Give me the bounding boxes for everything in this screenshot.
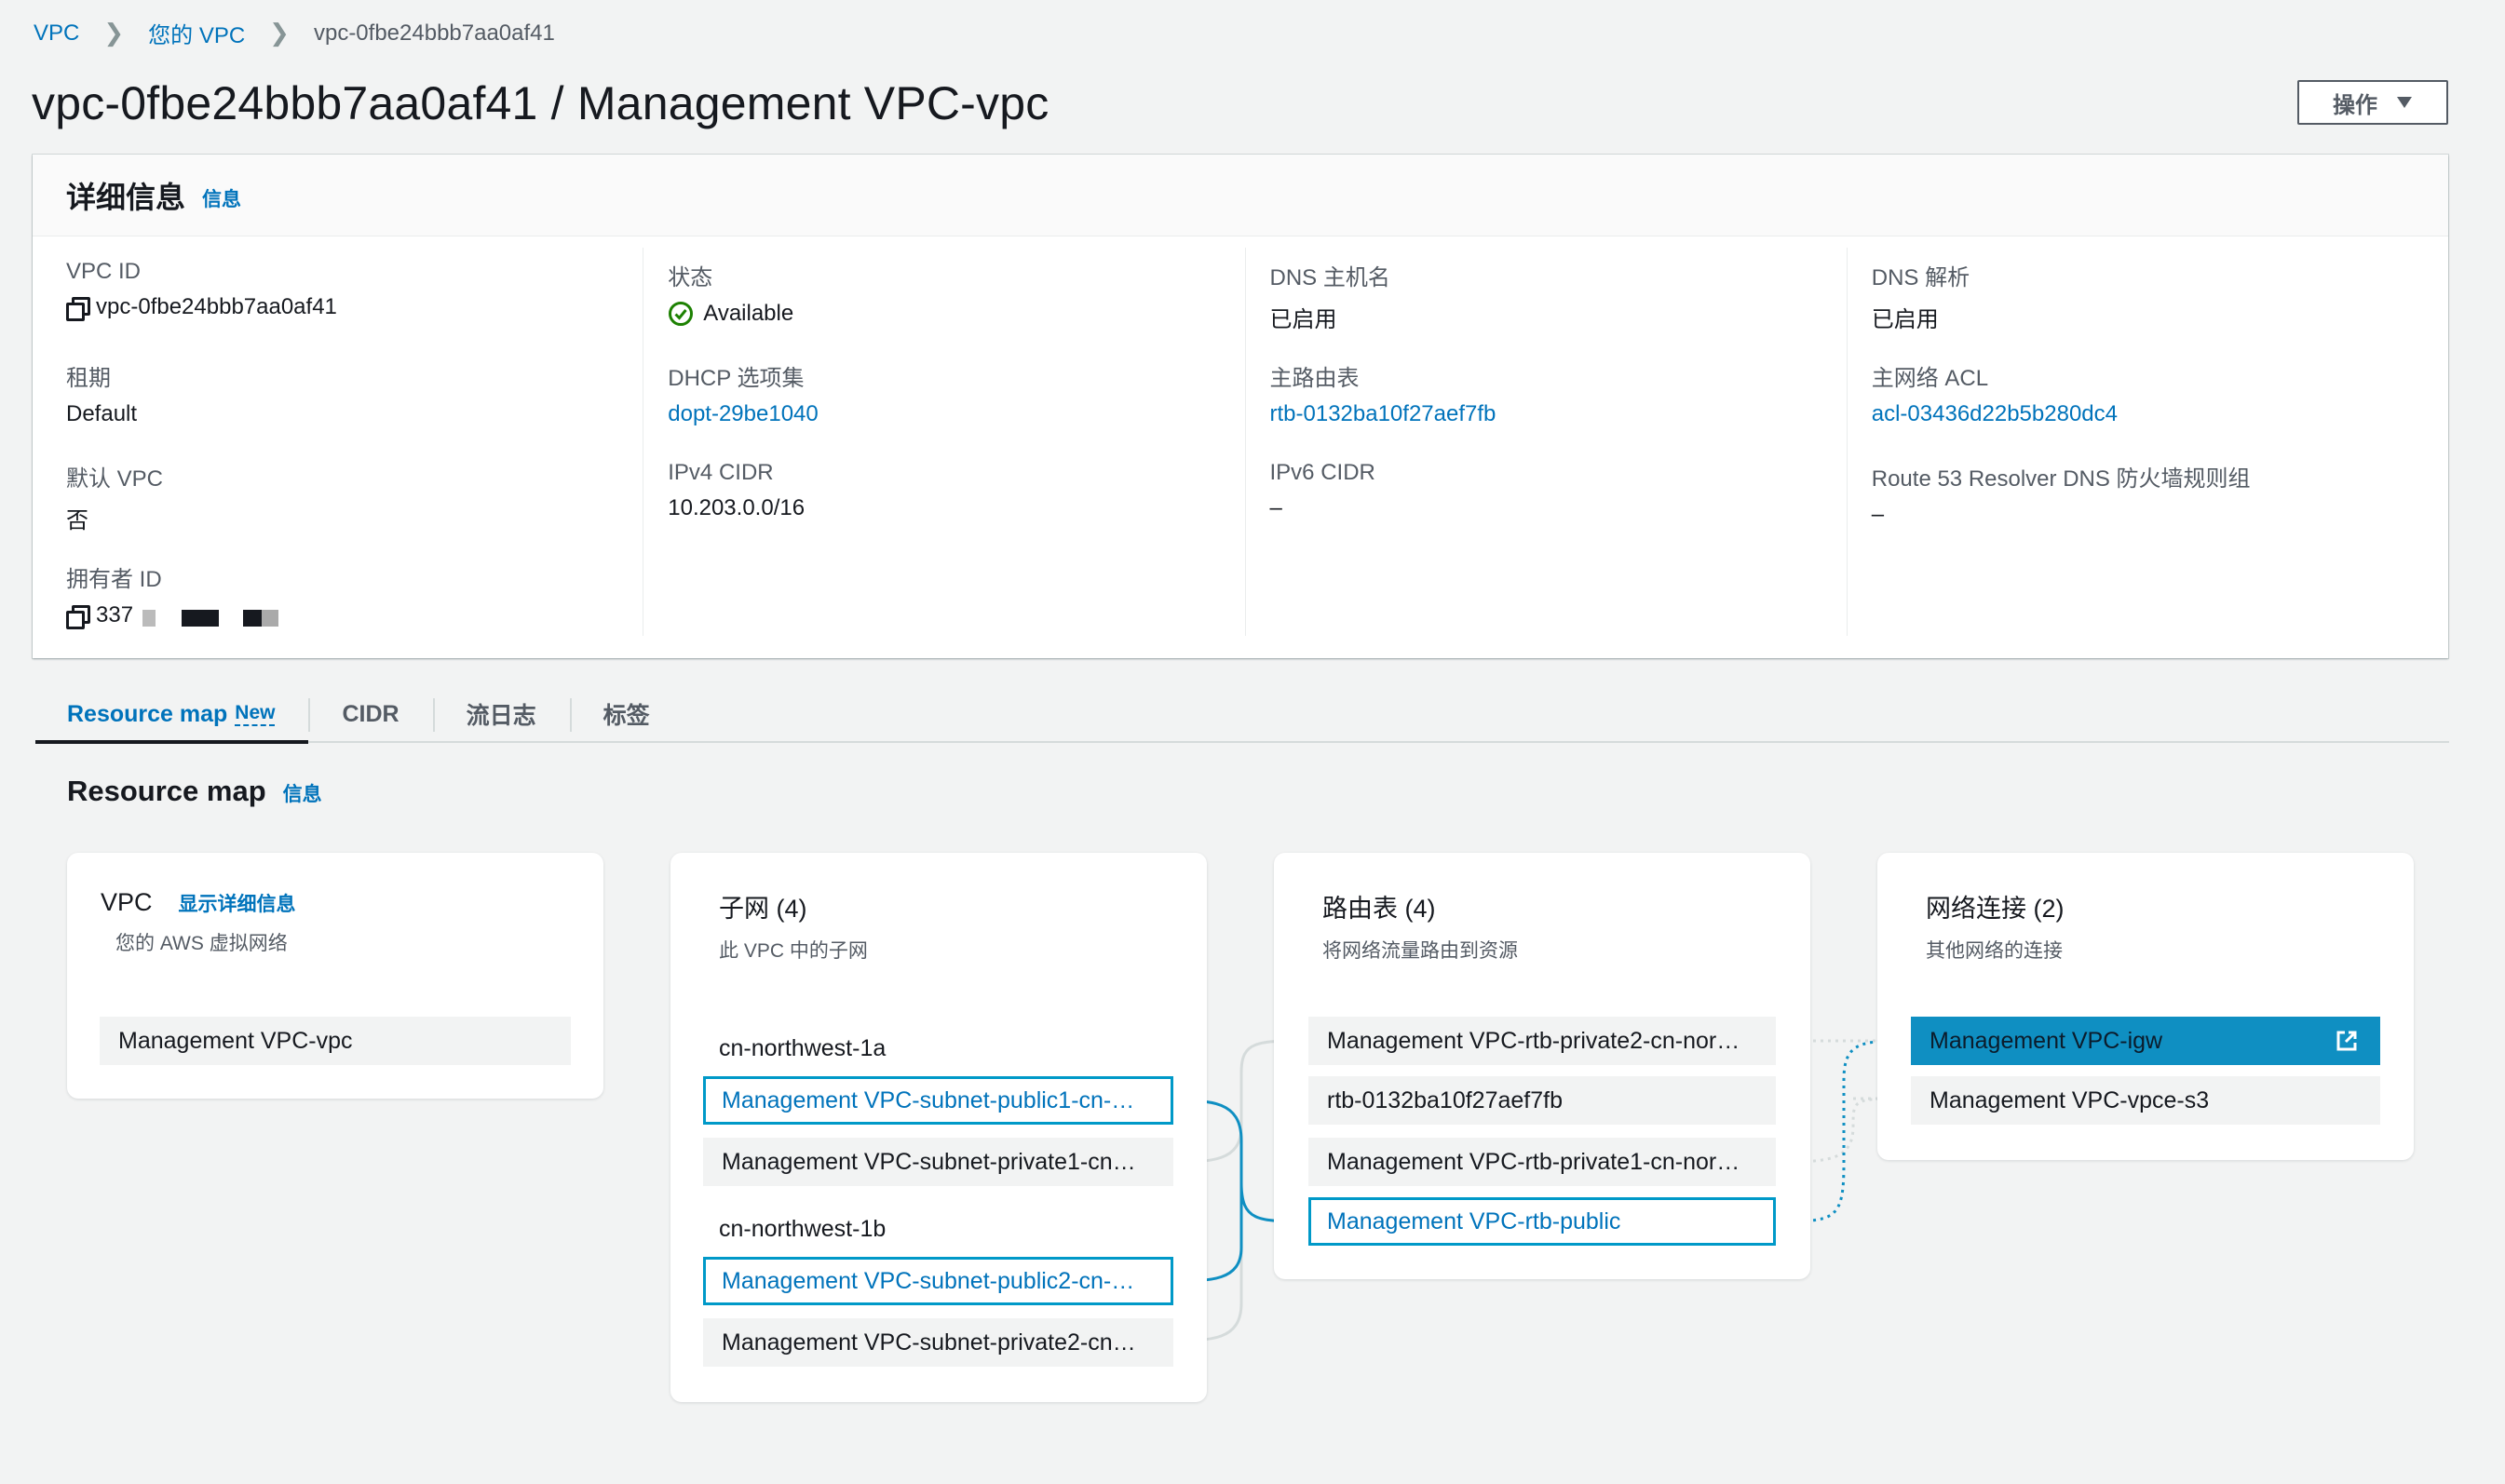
owner-id-value: 337 [96, 602, 134, 627]
details-column-1: VPC ID vpc-0fbe24bbb7aa0af41 租期 Default … [33, 248, 643, 636]
breadcrumb-current: vpc-0fbe24bbb7aa0af41 [313, 20, 555, 46]
details-column-3: DNS 主机名 已启用 主路由表 rtb-0132ba10f27aef7fb I… [1244, 248, 1847, 636]
main-route-table-label: 主路由表 [1269, 366, 1360, 391]
dhcp-link[interactable]: dopt-29be1040 [668, 401, 818, 427]
vpc-item[interactable]: Management VPC-vpc [100, 1017, 571, 1065]
details-info-link[interactable]: 信息 [202, 184, 241, 212]
dns-hostnames-label: DNS 主机名 [1269, 265, 1390, 290]
tab-bar: Resource map New CIDR 流日志 标签 [35, 687, 2449, 744]
ipv4-cidr-value: 10.203.0.0/16 [668, 495, 806, 520]
breadcrumb-your-vpcs[interactable]: 您的 VPC [148, 17, 245, 49]
vpc-card-title: VPC [101, 888, 153, 916]
details-panel: 详细信息 信息 VPC ID vpc-0fbe24bbb7aa0af41 租期 … [33, 155, 2448, 658]
main-network-acl-link[interactable]: acl-03436d22b5b280dc4 [1872, 401, 2118, 427]
tab-resource-map-label: Resource map [67, 700, 228, 727]
chevron-right-icon: ❯ [269, 19, 290, 47]
subnet-public2[interactable]: Management VPC-subnet-public2-cn-… [703, 1257, 1173, 1305]
details-column-2: 状态 Available DHCP 选项集 dopt-29be1040 IPv4… [643, 248, 1244, 636]
ipv4-cidr-label: IPv4 CIDR [668, 460, 774, 485]
external-link-icon[interactable] [2334, 1028, 2360, 1054]
route-table-public[interactable]: Management VPC-rtb-public [1308, 1197, 1776, 1246]
route-table-item[interactable]: Management VPC-rtb-private2-cn-nor… [1308, 1017, 1776, 1065]
show-details-link[interactable]: 显示详细信息 [179, 889, 296, 917]
subnets-card: 子网 (4) 此 VPC 中的子网 cn-northwest-1a Manage… [670, 853, 1207, 1402]
new-badge: New [235, 702, 276, 726]
network-connections-card-title: 网络连接 (2) [1926, 895, 2065, 923]
redaction-block [182, 610, 220, 627]
vpce-item[interactable]: Management VPC-vpce-s3 [1911, 1076, 2380, 1125]
ipv6-cidr-value: – [1269, 495, 1282, 520]
network-connections-card-subtitle: 其他网络的连接 [1926, 940, 2063, 962]
actions-button[interactable]: 操作 [2297, 80, 2448, 125]
route-tables-card-subtitle: 将网络流量路由到资源 [1322, 940, 1518, 962]
copy-icon[interactable] [66, 605, 90, 629]
subnets-card-subtitle: 此 VPC 中的子网 [719, 940, 868, 962]
page-title: vpc-0fbe24bbb7aa0af41 / Management VPC-v… [32, 77, 1049, 129]
state-label: 状态 [668, 265, 713, 290]
dns-firewall-label: Route 53 Resolver DNS 防火墙规则组 [1871, 466, 2251, 492]
details-column-4: DNS 解析 已启用 主网络 ACL acl-03436d22b5b280dc4… [1846, 248, 2448, 636]
default-vpc-value: 否 [66, 508, 88, 533]
dns-resolution-value: 已启用 [1871, 307, 1939, 332]
tab-flow-logs[interactable]: 流日志 [432, 687, 570, 741]
dns-resolution-label: DNS 解析 [1871, 265, 1970, 290]
vpc-id-value: vpc-0fbe24bbb7aa0af41 [96, 294, 337, 319]
az-label: cn-northwest-1b [719, 1216, 887, 1242]
owner-id-label: 拥有者 ID [66, 567, 162, 592]
route-table-item[interactable]: Management VPC-rtb-private1-cn-nor… [1308, 1138, 1776, 1186]
route-tables-card-title: 路由表 (4) [1322, 895, 1436, 923]
resource-map-heading: Resource map 信息 [67, 775, 322, 808]
tab-resource-map[interactable]: Resource map New [35, 687, 309, 744]
az-label: cn-northwest-1a [719, 1035, 887, 1061]
ipv6-cidr-label: IPv6 CIDR [1269, 460, 1375, 485]
subnet-private1[interactable]: Management VPC-subnet-private1-cn… [703, 1138, 1173, 1186]
dhcp-label: DHCP 选项集 [668, 366, 805, 391]
subnet-private2[interactable]: Management VPC-subnet-private2-cn… [703, 1318, 1173, 1367]
details-header: 详细信息 信息 [33, 155, 2448, 236]
redaction-block [243, 610, 263, 627]
tab-tags[interactable]: 标签 [569, 687, 684, 741]
default-vpc-label: 默认 VPC [66, 466, 164, 492]
caret-down-icon [2397, 97, 2412, 108]
resource-map-info-link[interactable]: 信息 [283, 779, 322, 807]
state-value: Available [703, 301, 794, 326]
redaction-block [262, 610, 279, 627]
main-route-table-link[interactable]: rtb-0132ba10f27aef7fb [1270, 401, 1496, 427]
network-connections-card: 网络连接 (2) 其他网络的连接 Management VPC-igw Mana… [1877, 853, 2414, 1160]
igw-item[interactable]: Management VPC-igw [1911, 1017, 2380, 1065]
resource-map-title: Resource map [67, 775, 266, 807]
redaction-block [142, 610, 156, 627]
details-title: 详细信息 [66, 180, 186, 214]
vpc-id-label: VPC ID [66, 259, 142, 284]
subnet-public1[interactable]: Management VPC-subnet-public1-cn-… [703, 1076, 1173, 1125]
dns-firewall-value: – [1871, 502, 1885, 527]
dns-hostnames-value: 已启用 [1269, 307, 1337, 332]
copy-icon[interactable] [66, 297, 90, 321]
actions-button-label: 操作 [2333, 92, 2377, 118]
vpc-card: VPC 显示详细信息 您的 AWS 虚拟网络 Management VPC-vp… [67, 853, 603, 1099]
subnets-card-title: 子网 (4) [719, 895, 807, 923]
igw-item-label: Management VPC-igw [1930, 1027, 2163, 1054]
tenancy-value: Default [66, 401, 138, 426]
route-table-item[interactable]: rtb-0132ba10f27aef7fb [1308, 1076, 1776, 1125]
tenancy-label: 租期 [66, 366, 111, 391]
breadcrumb: VPC ❯ 您的 VPC ❯ vpc-0fbe24bbb7aa0af41 [34, 17, 555, 49]
breadcrumb-vpc[interactable]: VPC [34, 20, 79, 47]
route-tables-card: 路由表 (4) 将网络流量路由到资源 Management VPC-rtb-pr… [1274, 853, 1810, 1279]
main-network-acl-label: 主网络 ACL [1871, 366, 1989, 391]
tab-cidr[interactable]: CIDR [308, 687, 432, 741]
vpc-card-subtitle: 您的 AWS 虚拟网络 [115, 933, 288, 954]
chevron-right-icon: ❯ [103, 19, 125, 47]
check-circle-icon [669, 302, 694, 326]
